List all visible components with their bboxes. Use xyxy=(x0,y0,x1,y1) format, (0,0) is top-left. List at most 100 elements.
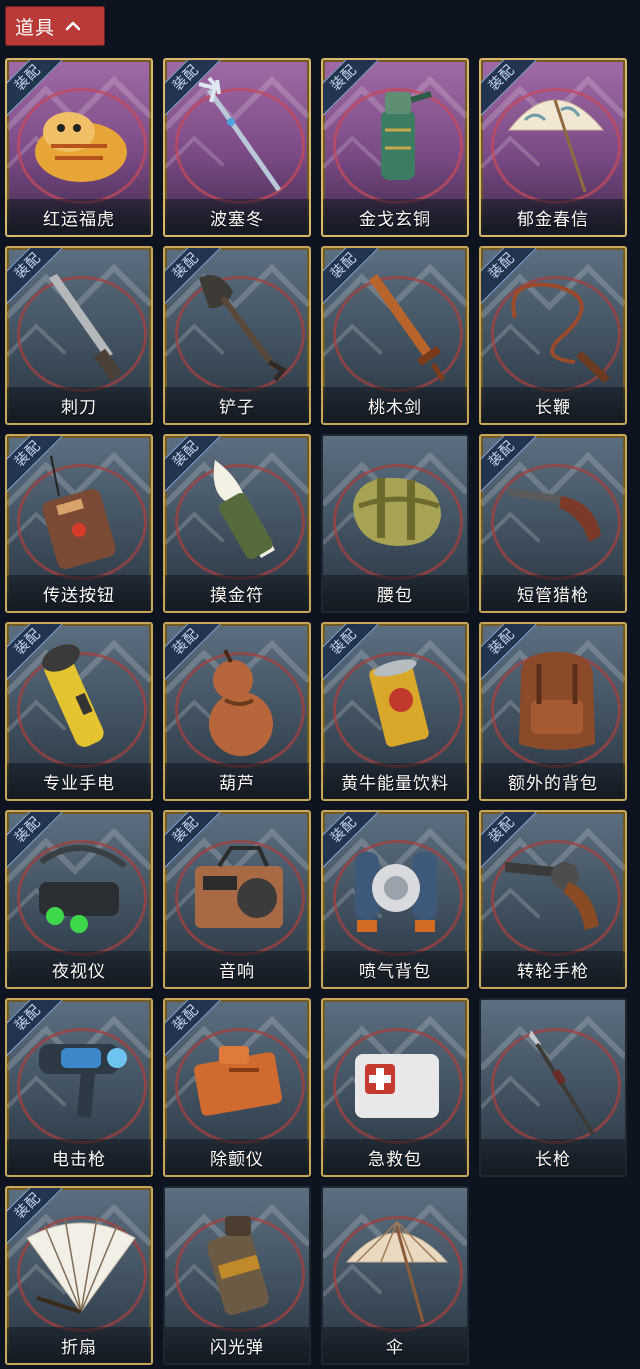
item-card[interactable]: 红运福虎 装配 xyxy=(5,58,153,237)
item-name: 折扇 xyxy=(61,1337,97,1358)
item-name-bar: 红运福虎 xyxy=(7,199,151,235)
item-card[interactable]: 除颤仪 装配 xyxy=(163,998,311,1177)
item-name-bar: 音响 xyxy=(165,951,309,987)
flashlight-icon xyxy=(21,634,139,764)
remote-button-icon xyxy=(21,446,139,576)
backpack-icon xyxy=(495,634,613,764)
item-name-bar: 专业手电 xyxy=(7,763,151,799)
item-card[interactable]: 葫芦 装配 xyxy=(163,622,311,801)
item-card[interactable]: 音响 装配 xyxy=(163,810,311,989)
item-name-bar: 转轮手枪 xyxy=(481,951,625,987)
item-name-bar: 伞 xyxy=(323,1327,467,1363)
radio-icon xyxy=(179,822,297,952)
item-name-bar: 除颤仪 xyxy=(165,1139,309,1175)
item-card[interactable]: 专业手电 装配 xyxy=(5,622,153,801)
item-name-bar: 喷气背包 xyxy=(323,951,467,987)
defibrillator-icon xyxy=(179,1010,297,1140)
item-card[interactable]: 黄牛能量饮料 装配 xyxy=(321,622,469,801)
item-name: 腰包 xyxy=(377,585,413,606)
item-name: 长枪 xyxy=(535,1149,571,1170)
item-name: 音响 xyxy=(219,961,255,982)
jetpack-icon xyxy=(337,822,455,952)
item-card[interactable]: 桃木剑 装配 xyxy=(321,246,469,425)
item-name: 波塞冬 xyxy=(210,209,264,230)
item-card[interactable]: 郁金春信 装配 xyxy=(479,58,627,237)
item-card[interactable]: 急救包 xyxy=(321,998,469,1177)
item-name: 黄牛能量饮料 xyxy=(341,773,449,794)
item-name-bar: 波塞冬 xyxy=(165,199,309,235)
item-name: 长鞭 xyxy=(535,397,571,418)
flashbang-icon xyxy=(179,1198,297,1328)
shotgun-icon xyxy=(495,446,613,576)
item-name: 急救包 xyxy=(368,1149,422,1170)
item-name-bar: 传送按钮 xyxy=(7,575,151,611)
taser-gun-icon xyxy=(21,1010,139,1140)
item-card[interactable]: 喷气背包 装配 xyxy=(321,810,469,989)
item-name: 专业手电 xyxy=(43,773,115,794)
item-name-bar: 闪光弹 xyxy=(165,1327,309,1363)
item-card[interactable]: 传送按钮 装配 xyxy=(5,434,153,613)
category-title: 道具 xyxy=(15,16,56,39)
item-card[interactable]: 刺刀 装配 xyxy=(5,246,153,425)
item-name: 葫芦 xyxy=(219,773,255,794)
item-card[interactable]: 铲子 装配 xyxy=(163,246,311,425)
trident-icon xyxy=(179,70,297,200)
item-name-bar: 腰包 xyxy=(323,575,467,611)
item-name: 传送按钮 xyxy=(43,585,115,606)
revolver-icon xyxy=(495,822,613,952)
item-card[interactable]: 闪光弹 xyxy=(163,1186,311,1365)
item-name-bar: 长鞭 xyxy=(481,387,625,423)
item-name-bar: 急救包 xyxy=(323,1139,467,1175)
item-name-bar: 黄牛能量饮料 xyxy=(323,763,467,799)
tiger-pillow-icon xyxy=(21,70,139,200)
item-name: 额外的背包 xyxy=(508,773,598,794)
item-card[interactable]: 电击枪 装配 xyxy=(5,998,153,1177)
item-name: 转轮手枪 xyxy=(517,961,589,982)
gourd-icon xyxy=(179,634,297,764)
paper-umbrella-icon xyxy=(495,70,613,200)
item-card[interactable]: 短管猎枪 装配 xyxy=(479,434,627,613)
folding-fan-icon xyxy=(21,1198,139,1328)
item-card[interactable]: 伞 xyxy=(321,1186,469,1365)
item-card[interactable]: 转轮手枪 装配 xyxy=(479,810,627,989)
talisman-icon xyxy=(179,446,297,576)
item-name: 金戈玄铜 xyxy=(359,209,431,230)
night-vision-goggles-icon xyxy=(21,822,139,952)
bronze-grenade-icon xyxy=(337,70,455,200)
item-name: 夜视仪 xyxy=(52,961,106,982)
item-name: 短管猎枪 xyxy=(517,585,589,606)
item-card[interactable]: 夜视仪 装配 xyxy=(5,810,153,989)
item-name-bar: 电击枪 xyxy=(7,1139,151,1175)
item-card[interactable]: 波塞冬 装配 xyxy=(163,58,311,237)
item-name-bar: 金戈玄铜 xyxy=(323,199,467,235)
first-aid-kit-icon xyxy=(337,1010,455,1140)
item-name: 刺刀 xyxy=(61,397,97,418)
item-grid: 红运福虎 装配 波塞冬 装配 金戈玄铜 装配 郁金春信 装配刺刀 装配 铲子 装配 桃木剑 装配 长鞭 装配… xyxy=(5,58,627,1365)
item-name-bar: 折扇 xyxy=(7,1327,151,1363)
item-card[interactable]: 长枪 xyxy=(479,998,627,1177)
item-name-bar: 刺刀 xyxy=(7,387,151,423)
item-name-bar: 额外的背包 xyxy=(481,763,625,799)
item-name-bar: 短管猎枪 xyxy=(481,575,625,611)
chevron-up-icon xyxy=(65,21,81,31)
umbrella-icon xyxy=(337,1198,455,1328)
shovel-icon xyxy=(179,258,297,388)
item-name: 闪光弹 xyxy=(210,1337,264,1358)
whip-icon xyxy=(495,258,613,388)
item-name-bar: 葫芦 xyxy=(165,763,309,799)
items-category-tab[interactable]: 道具 xyxy=(5,6,105,46)
item-card[interactable]: 金戈玄铜 装配 xyxy=(321,58,469,237)
item-name-bar: 郁金春信 xyxy=(481,199,625,235)
wooden-sword-icon xyxy=(337,258,455,388)
item-name: 郁金春信 xyxy=(517,209,589,230)
item-card[interactable]: 摸金符 装配 xyxy=(163,434,311,613)
item-name: 桃木剑 xyxy=(368,397,422,418)
item-card[interactable]: 长鞭 装配 xyxy=(479,246,627,425)
item-card[interactable]: 额外的背包 装配 xyxy=(479,622,627,801)
item-name: 摸金符 xyxy=(210,585,264,606)
spear-icon xyxy=(495,1010,613,1140)
item-card[interactable]: 折扇 装配 xyxy=(5,1186,153,1365)
bayonet-icon xyxy=(21,258,139,388)
item-card[interactable]: 腰包 xyxy=(321,434,469,613)
item-name-bar: 桃木剑 xyxy=(323,387,467,423)
